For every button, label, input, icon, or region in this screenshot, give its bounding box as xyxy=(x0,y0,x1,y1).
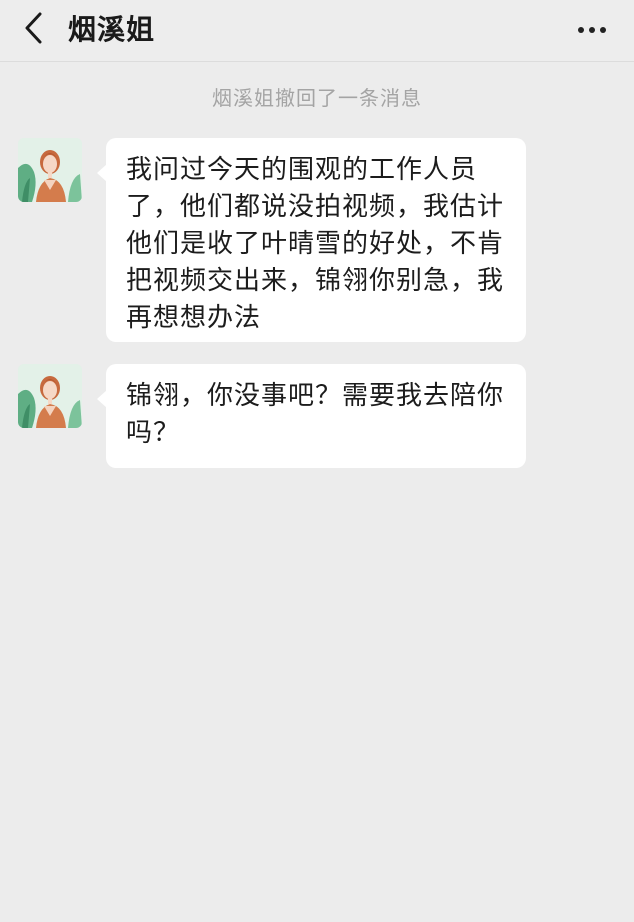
message-text: 锦翎，你没事吧？需要我去陪你吗？ xyxy=(126,381,505,448)
avatar[interactable] xyxy=(18,138,82,202)
message-bubble[interactable]: 锦翎，你没事吧？需要我去陪你吗？ xyxy=(97,364,526,468)
chat-title: 烟溪姐 xyxy=(68,13,156,46)
message-text: 我问过今天的围观的工作人员了，他们都说没拍视频，我估计他们是收了叶晴雪的好处，不… xyxy=(126,155,505,333)
back-button[interactable] xyxy=(14,10,54,50)
more-button[interactable] xyxy=(572,12,612,48)
chevron-left-icon xyxy=(22,11,46,49)
message-bubble[interactable]: 我问过今天的围观的工作人员了，他们都说没拍视频，我估计他们是收了叶晴雪的好处，不… xyxy=(97,138,526,342)
recall-notice: 烟溪姐撤回了一条消息 xyxy=(212,86,422,110)
avatar[interactable] xyxy=(18,364,82,428)
chat-screen: 烟溪姐 烟溪姐撤回了一条消息 我问过今天的围观的工作人员了，他们都说没拍视频，我… xyxy=(0,0,634,922)
more-dots-icon xyxy=(576,27,609,33)
chat-header: 烟溪姐 xyxy=(0,0,634,62)
